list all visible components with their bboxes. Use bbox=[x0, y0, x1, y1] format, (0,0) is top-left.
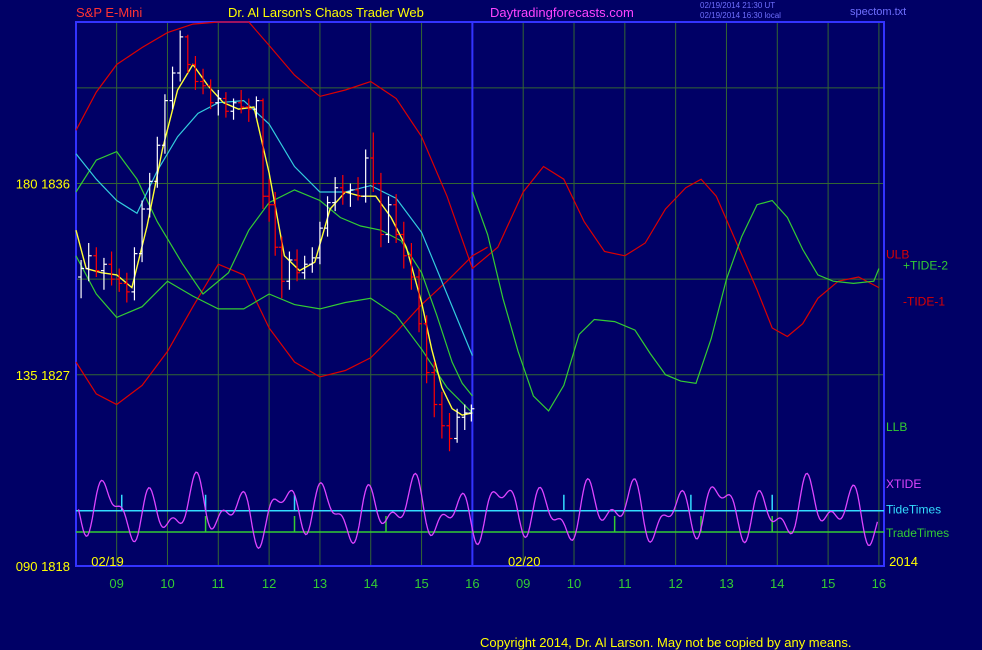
legend-label-5: TideTimes bbox=[886, 503, 941, 517]
y-tick-label-2: 090 1818 bbox=[16, 559, 70, 574]
file-name: spectom.txt bbox=[850, 6, 907, 18]
price-bar-46 bbox=[423, 315, 430, 384]
price-bar-32 bbox=[316, 221, 323, 265]
timestamp-ut: 02/19/2014 21:30 UT bbox=[700, 1, 776, 10]
y-tick-label-1: 135 1827 bbox=[16, 368, 70, 383]
site-title: Dr. Al Larson's Chaos Trader Web bbox=[228, 5, 424, 20]
legend-label-1: +TIDE-2 bbox=[903, 258, 948, 272]
price-bar-14 bbox=[184, 34, 191, 73]
price-bar-31 bbox=[309, 247, 316, 273]
price-bar-21 bbox=[238, 90, 245, 114]
timestamp-local: 02/19/2014 16:30 local bbox=[700, 11, 781, 20]
legend-label-4: XTIDE bbox=[886, 477, 921, 491]
price-bar-33 bbox=[324, 196, 331, 237]
date-label-1: 02/20 bbox=[508, 554, 541, 569]
x-tick-label-2: 11 bbox=[212, 576, 226, 591]
price-bar-28 bbox=[286, 251, 293, 290]
plot-frame bbox=[75, 21, 885, 567]
symbol-title: S&P E-Mini bbox=[76, 5, 143, 20]
price-bar-51 bbox=[461, 404, 468, 430]
x-tick-label-9: 10 bbox=[567, 576, 581, 591]
price-bar-22 bbox=[245, 98, 252, 122]
x-tick-label-5: 14 bbox=[364, 576, 378, 591]
date-label-2: 2014 bbox=[889, 554, 918, 569]
x-tick-label-4: 13 bbox=[313, 576, 327, 591]
x-tick-label-10: 11 bbox=[618, 576, 632, 591]
price-chart: 180 1836 135 1827 090 1818 09 10 11 12 13 14 15 16… bbox=[16, 21, 949, 591]
legend-label-2: -TIDE-1 bbox=[903, 294, 945, 308]
price-bar-6 bbox=[123, 272, 130, 303]
date-label-0: 02/19 bbox=[91, 554, 124, 569]
series-line-ma_yellow bbox=[75, 63, 473, 416]
site-url[interactable]: Daytradingforecasts.com bbox=[490, 5, 634, 20]
y-tick-label-0: 180 1836 bbox=[16, 177, 70, 192]
price-bar-44 bbox=[408, 243, 415, 290]
price-bar-40 bbox=[377, 172, 384, 248]
x-tick-label-6: 15 bbox=[414, 576, 428, 591]
price-bar-30 bbox=[301, 255, 308, 280]
x-tick-label-1: 10 bbox=[160, 576, 174, 591]
price-bar-35 bbox=[339, 175, 346, 205]
price-bar-15 bbox=[192, 56, 199, 90]
legend-label-6: TradeTimes bbox=[886, 526, 949, 540]
x-tick-label-11: 12 bbox=[668, 576, 682, 591]
x-tick-label-7: 16 bbox=[465, 576, 479, 591]
x-tick-label-15: 16 bbox=[872, 576, 886, 591]
x-tick-label-13: 14 bbox=[770, 576, 784, 591]
x-tick-label-12: 13 bbox=[719, 576, 733, 591]
copyright-notice: Copyright 2014, Dr. Al Larson. May not b… bbox=[480, 635, 852, 650]
price-bar-38 bbox=[362, 149, 369, 203]
price-bar-52 bbox=[468, 404, 475, 422]
legend-label-3: LLB bbox=[886, 420, 907, 434]
price-bar-27 bbox=[278, 236, 285, 299]
x-tick-label-0: 09 bbox=[109, 576, 123, 591]
x-tick-label-8: 09 bbox=[516, 576, 530, 591]
price-bar-13 bbox=[177, 30, 184, 82]
x-tick-label-3: 12 bbox=[262, 576, 276, 591]
series-line-ma_cyan bbox=[75, 99, 473, 356]
price-bar-7 bbox=[131, 247, 138, 301]
price-bar-48 bbox=[438, 391, 445, 439]
price-bar-49 bbox=[446, 413, 453, 452]
price-bar-26 bbox=[272, 192, 279, 256]
price-bar-36 bbox=[347, 183, 354, 207]
price-bar-4 bbox=[108, 251, 115, 286]
x-tick-label-14: 15 bbox=[821, 576, 835, 591]
price-bar-17 bbox=[207, 79, 214, 110]
price-bar-47 bbox=[431, 362, 438, 418]
